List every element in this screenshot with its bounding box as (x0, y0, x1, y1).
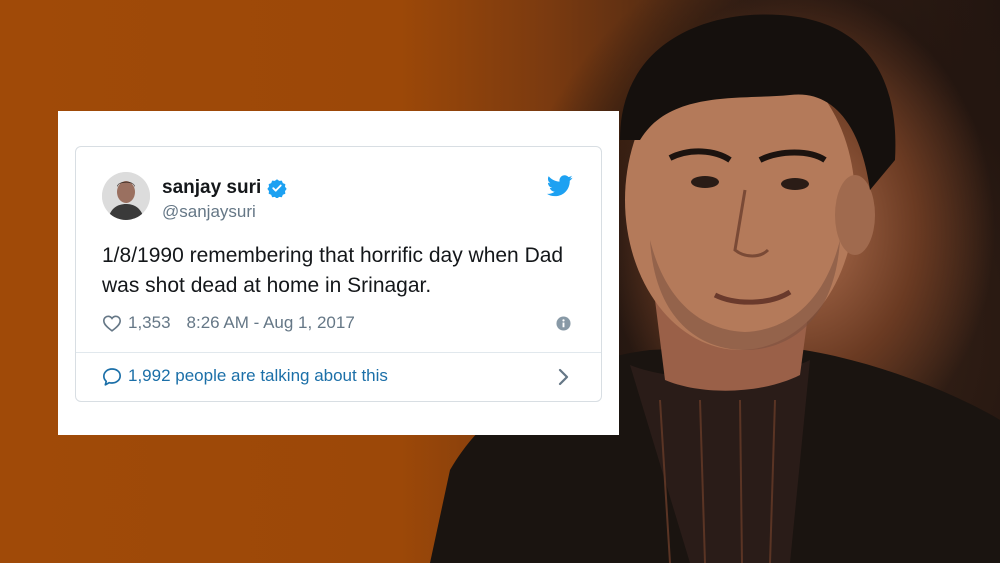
conversation-link[interactable]: 1,992 people are talking about this (102, 366, 388, 386)
author-name[interactable]: sanjay suri (162, 177, 261, 199)
chevron-right-icon[interactable] (557, 367, 571, 387)
tweet-timestamp[interactable]: 8:26 AM - Aug 1, 2017 (187, 313, 355, 333)
author-name-row: sanjay suri (162, 177, 287, 199)
divider (76, 352, 601, 353)
verified-badge-icon (267, 179, 287, 198)
heart-icon[interactable] (102, 314, 122, 332)
avatar[interactable] (102, 172, 150, 220)
tweet-text: 1/8/1990 remembering that horrific day w… (102, 244, 564, 297)
author-handle[interactable]: @sanjaysuri (162, 202, 256, 222)
twitter-bird-icon[interactable] (547, 175, 573, 197)
info-icon[interactable] (556, 316, 571, 331)
tweet-meta: 1,353 8:26 AM - Aug 1, 2017 (102, 313, 355, 333)
tweet-screenshot-card: sanjay suri @sanjaysuri 1/8/1990 remembe… (58, 111, 619, 435)
conversation-count[interactable]: 1,992 people are talking about this (128, 366, 388, 386)
embedded-tweet[interactable]: sanjay suri @sanjaysuri 1/8/1990 remembe… (75, 146, 602, 402)
avatar-photo (102, 172, 150, 220)
like-count[interactable]: 1,353 (128, 313, 171, 333)
speech-bubble-icon (103, 367, 121, 386)
